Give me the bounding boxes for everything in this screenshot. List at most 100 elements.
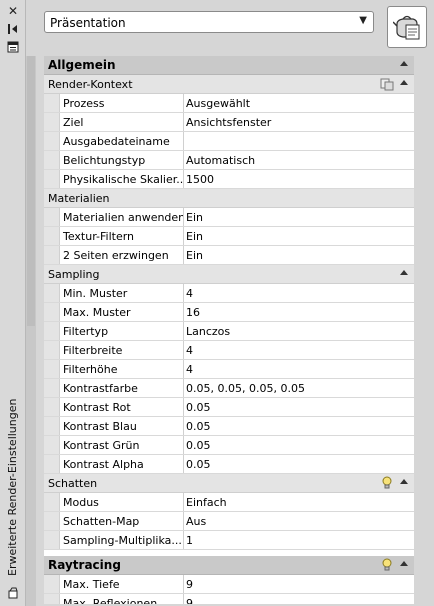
row-indent (44, 227, 60, 245)
property-row[interactable]: Kontrast Blau 0.05 (44, 417, 414, 436)
palette-title-strip: ✕ Erweiterte Render-Einstellungen (0, 0, 26, 606)
property-row[interactable]: Filterbreite 4 (44, 341, 414, 360)
row-indent (44, 575, 60, 593)
property-value[interactable]: 4 (184, 360, 414, 378)
section-render-kontext[interactable]: Render-Kontext (44, 75, 414, 94)
property-row[interactable]: Textur-Filtern Ein (44, 227, 414, 246)
collapse-caret-icon[interactable] (400, 80, 408, 85)
property-row[interactable]: Max. Muster 16 (44, 303, 414, 322)
property-value[interactable]: 4 (184, 284, 414, 302)
row-indent (44, 132, 60, 150)
property-name: Kontrast Alpha (60, 455, 184, 473)
render-preset-dropdown[interactable]: Präsentation ▼ (44, 11, 374, 33)
collapse-caret-icon[interactable] (400, 270, 408, 275)
autohide-icon[interactable] (6, 22, 20, 36)
property-row[interactable]: Physikalische Skalier... 1500 (44, 170, 414, 189)
row-indent (44, 436, 60, 454)
property-row[interactable]: Kontrastfarbe 0.05, 0.05, 0.05, 0.05 (44, 379, 414, 398)
property-value[interactable]: Ein (184, 227, 414, 245)
property-value[interactable]: 16 (184, 303, 414, 321)
close-icon[interactable]: ✕ (6, 4, 20, 18)
property-row[interactable]: 2 Seiten erzwingen Ein (44, 246, 414, 265)
render-settings-panel: Allgemein Render-Kontext Prozess Ausgewäh… (44, 56, 414, 604)
render-button[interactable] (387, 6, 427, 48)
property-name: Max. Tiefe (60, 575, 184, 593)
section-allgemein[interactable]: Allgemein (44, 56, 414, 75)
scrollbar-thumb[interactable] (27, 56, 35, 326)
property-name: Schatten-Map (60, 512, 184, 530)
sampling-rows: Min. Muster 4 Max. Muster 16 Filtertyp Lanczo… (44, 284, 414, 474)
property-value[interactable]: Aus (184, 512, 414, 530)
property-value[interactable]: 0.05 (184, 398, 414, 416)
section-schatten[interactable]: Schatten (44, 474, 414, 493)
property-row[interactable]: Max. Reflexionen 9 (44, 594, 414, 604)
property-name: Sampling-Multiplika... (60, 531, 184, 549)
property-row[interactable]: Prozess Ausgewählt (44, 94, 414, 113)
property-name: Kontrast Rot (60, 398, 184, 416)
property-value[interactable]: Lanczos (184, 322, 414, 340)
properties-icon[interactable] (6, 40, 20, 54)
palette-menu-icon[interactable] (6, 586, 20, 600)
property-value[interactable]: Einfach (184, 493, 414, 511)
property-name: Filtertyp (60, 322, 184, 340)
property-value[interactable]: 9 (184, 594, 414, 605)
row-indent (44, 360, 60, 378)
property-value[interactable]: 0.05 (184, 417, 414, 435)
property-row[interactable]: Filtertyp Lanczos (44, 322, 414, 341)
row-indent (44, 594, 60, 604)
light-bulb-icon[interactable] (380, 558, 394, 572)
render-preset-value: Präsentation (50, 16, 126, 30)
property-row[interactable]: Materialien anwenden Ein (44, 208, 414, 227)
property-value[interactable]: Ein (184, 208, 414, 226)
property-name: 2 Seiten erzwingen (60, 246, 184, 264)
panel-scrollbar[interactable] (26, 56, 36, 606)
section-sampling[interactable]: Sampling (44, 265, 414, 284)
property-name: Ziel (60, 113, 184, 131)
property-row[interactable]: Sampling-Multiplika... 1 (44, 531, 414, 550)
light-bulb-icon[interactable] (380, 476, 394, 490)
row-indent (44, 531, 60, 549)
property-row[interactable]: Max. Tiefe 9 (44, 575, 414, 594)
property-value[interactable]: Ein (184, 246, 414, 264)
render-context-icon[interactable] (380, 77, 394, 91)
collapse-caret-icon[interactable] (400, 61, 408, 66)
property-row[interactable]: Schatten-Map Aus (44, 512, 414, 531)
property-value[interactable]: 0.05 (184, 455, 414, 473)
property-row[interactable]: Ausgabedateiname (44, 132, 414, 151)
property-row[interactable]: Ziel Ansichtsfenster (44, 113, 414, 132)
property-value[interactable]: Ansichtsfenster (184, 113, 414, 131)
collapse-caret-icon[interactable] (400, 561, 408, 566)
property-name: Belichtungstyp (60, 151, 184, 169)
property-value[interactable]: Ausgewählt (184, 94, 414, 112)
property-name: Kontrast Blau (60, 417, 184, 435)
row-indent (44, 303, 60, 321)
row-indent (44, 379, 60, 397)
section-materialien[interactable]: Materialien (44, 189, 414, 208)
palette-title: Erweiterte Render-Einstellungen (6, 398, 19, 576)
property-row[interactable]: Min. Muster 4 (44, 284, 414, 303)
section-raytracing[interactable]: Raytracing (44, 556, 414, 575)
property-row[interactable]: Modus Einfach (44, 493, 414, 512)
property-name: Kontrastfarbe (60, 379, 184, 397)
property-value[interactable]: 1500 (184, 170, 414, 188)
property-name: Max. Muster (60, 303, 184, 321)
row-indent (44, 246, 60, 264)
property-value[interactable]: 1 (184, 531, 414, 549)
property-value[interactable]: 9 (184, 575, 414, 593)
property-row[interactable]: Kontrast Grün 0.05 (44, 436, 414, 455)
property-value[interactable]: 0.05, 0.05, 0.05, 0.05 (184, 379, 414, 397)
property-row[interactable]: Belichtungstyp Automatisch (44, 151, 414, 170)
property-name: Materialien anwenden (60, 208, 184, 226)
property-name: Physikalische Skalier... (60, 170, 184, 188)
row-indent (44, 208, 60, 226)
collapse-caret-icon[interactable] (400, 479, 408, 484)
row-indent (44, 113, 60, 131)
property-value[interactable]: Automatisch (184, 151, 414, 169)
property-row[interactable]: Kontrast Rot 0.05 (44, 398, 414, 417)
row-indent (44, 322, 60, 340)
property-row[interactable]: Filterhöhe 4 (44, 360, 414, 379)
property-value[interactable]: 4 (184, 341, 414, 359)
property-value[interactable] (184, 132, 414, 150)
property-row[interactable]: Kontrast Alpha 0.05 (44, 455, 414, 474)
property-value[interactable]: 0.05 (184, 436, 414, 454)
